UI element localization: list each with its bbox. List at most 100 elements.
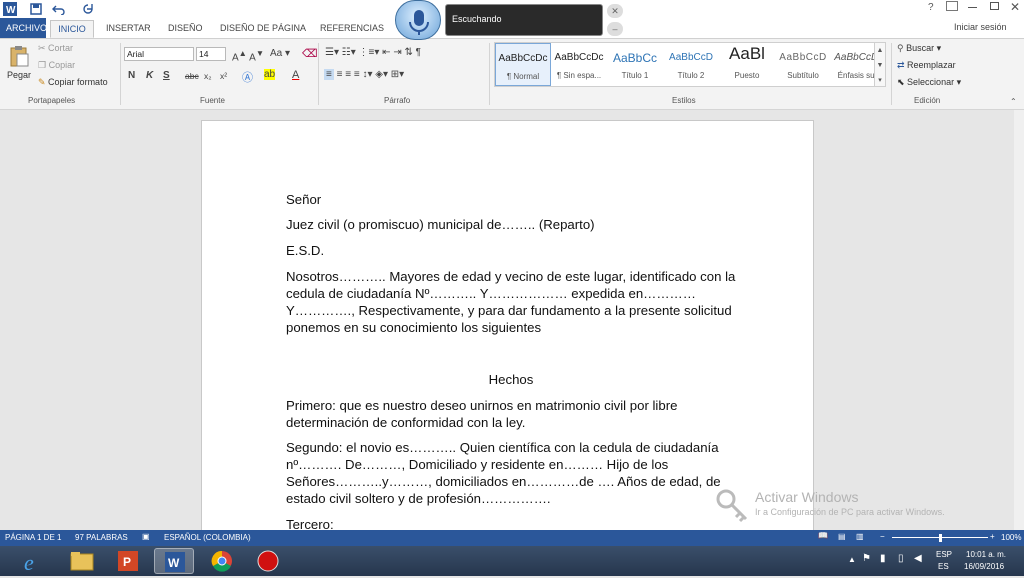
text-effects-icon[interactable]: Ⓐ [242, 69, 253, 85]
sign-in-link[interactable]: Iniciar sesión [954, 22, 1007, 32]
paste-icon[interactable] [9, 45, 29, 67]
styles-scroll[interactable]: ▲ ▼ ▾ [874, 42, 886, 87]
strikethrough-button[interactable]: abc [185, 71, 199, 81]
font-color-icon[interactable]: A [292, 69, 299, 81]
battery-icon[interactable]: ▯ [898, 553, 904, 564]
align-left-icon[interactable]: ≡ ≡ ≡ ≡ ↕▾ ◈▾ ⊞▾ [324, 69, 404, 80]
language-indicator[interactable]: ESPAÑOL (COLOMBIA) [164, 533, 251, 542]
paste-button[interactable]: Pegar [7, 70, 31, 80]
ribbon-options-icon[interactable] [946, 1, 958, 11]
save-icon[interactable] [30, 3, 42, 15]
style-subtitle[interactable]: AaBbCcD Subtítulo [775, 43, 831, 86]
minimize-icon[interactable] [968, 7, 977, 8]
bold-button[interactable]: N [128, 70, 135, 81]
style-normal[interactable]: AaBbCcDc ¶ Normal [495, 43, 551, 86]
bullets-icon[interactable]: ☰▾ ☷▾ ⋮≡▾ ⇤ ⇥ ⇅ ¶ [325, 47, 421, 58]
clock-date[interactable]: 16/09/2016 [964, 562, 1004, 571]
document-page[interactable]: Señor Juez civil (o promiscuo) municipal… [201, 120, 814, 540]
tab-diseno-pagina[interactable]: DISEÑO DE PÁGINA [214, 20, 312, 38]
powerpoint-icon[interactable]: P [108, 548, 148, 574]
style-preview: AaBbCcDc [498, 53, 548, 64]
paragraph[interactable]: Primero: que es nuestro deseo unirnos en… [286, 397, 736, 431]
zoom-in-icon[interactable]: + [990, 532, 995, 541]
vertical-scrollbar[interactable] [1014, 110, 1024, 530]
format-painter-label: Copiar formato [48, 77, 108, 87]
italic-button[interactable]: K [146, 70, 153, 81]
replace-button[interactable]: ⇄ Reemplazar [897, 60, 956, 71]
record-icon[interactable] [248, 548, 288, 574]
minimize-icon[interactable]: – [607, 22, 623, 36]
action-center-icon[interactable]: ⚑ [862, 553, 871, 564]
word-count[interactable]: 97 PALABRAS [75, 533, 128, 542]
read-mode-icon[interactable]: 📖 [818, 531, 828, 540]
word-taskbar-icon[interactable]: W [154, 548, 194, 574]
redo-icon[interactable] [82, 3, 94, 15]
zoom-slider-thumb[interactable] [939, 534, 942, 542]
network-icon[interactable]: ▮ [880, 553, 886, 564]
editing-group-label: Edición [914, 96, 941, 105]
page-count[interactable]: PÁGINA 1 DE 1 [5, 533, 61, 542]
paragraph[interactable]: Juez civil (o promiscuo) municipal de…….… [286, 216, 736, 233]
superscript-button[interactable]: x² [220, 71, 227, 81]
proofing-icon[interactable]: ▣ [142, 532, 150, 541]
binoculars-icon: ⚲ [897, 43, 907, 53]
input-language[interactable]: ESP [936, 550, 952, 559]
close-icon[interactable]: ✕ [1010, 0, 1020, 14]
find-button[interactable]: ⚲ Buscar ▾ [897, 43, 941, 54]
format-painter-button[interactable]: ✎ Copiar formato [38, 77, 108, 88]
font-group-label: Fuente [200, 96, 225, 105]
close-icon[interactable]: ✕ [607, 4, 623, 18]
style-name: Puesto [734, 71, 760, 80]
tab-insertar[interactable]: INSERTAR [100, 20, 157, 38]
web-layout-icon[interactable]: ▥ [856, 532, 864, 541]
microphone-button[interactable] [395, 0, 441, 40]
volume-icon[interactable]: ◀ [914, 553, 922, 564]
change-case-icon[interactable]: Aa ▾ [270, 48, 290, 59]
chrome-icon[interactable] [202, 548, 242, 574]
tab-inicio[interactable]: INICIO [50, 20, 94, 38]
cursor-icon: ⬉ [897, 77, 908, 87]
internet-explorer-icon[interactable]: e [14, 548, 54, 575]
style-preview: AaBbCcDc [554, 52, 604, 63]
undo-icon[interactable] [52, 3, 66, 15]
paragraph[interactable]: Nosotros……….. Mayores de edad y vecino d… [286, 268, 736, 336]
zoom-out-icon[interactable]: − [880, 532, 885, 541]
key-icon [716, 489, 748, 523]
keyboard-layout[interactable]: ES [938, 562, 949, 571]
highlight-color-icon[interactable]: ab [264, 69, 276, 80]
file-explorer-icon[interactable] [62, 548, 102, 574]
print-layout-icon[interactable]: ▤ [838, 532, 846, 541]
style-no-spacing[interactable]: AaBbCcDc ¶ Sin espa... [551, 43, 607, 86]
zoom-level[interactable]: 100% [1001, 533, 1021, 542]
clear-formatting-icon[interactable]: ⌫ [302, 47, 318, 60]
select-button[interactable]: ⬉ Seleccionar ▾ [897, 77, 961, 88]
clock-time[interactable]: 10:01 a. m. [966, 550, 1006, 559]
collapse-ribbon-icon[interactable]: ⌃ [1010, 97, 1017, 106]
paragraph[interactable]: E.S.D. [286, 242, 736, 259]
copy-icon: ❐ [38, 60, 49, 70]
help-icon[interactable]: ? [928, 2, 934, 13]
paragraph[interactable]: Segundo: el novio es……….. Quien científi… [286, 439, 736, 507]
style-name: Subtítulo [787, 71, 819, 80]
microphone-icon [409, 10, 429, 35]
subscript-button[interactable]: x₂ [204, 71, 212, 81]
section-heading[interactable]: Hechos [286, 371, 736, 388]
style-heading-2[interactable]: AaBbCcD Título 2 [663, 43, 719, 86]
divider [891, 43, 892, 105]
tab-referencias[interactable]: REFERENCIAS [314, 20, 390, 38]
tab-diseno[interactable]: DISEÑO [162, 20, 209, 38]
activation-watermark: Activar Windows Ir a Configuración de PC… [714, 487, 994, 527]
paragraph[interactable]: Señor [286, 191, 736, 208]
grow-font-icon[interactable]: A▲ A▼ [232, 48, 264, 63]
font-size-combobox[interactable]: 14 [196, 47, 226, 61]
underline-button[interactable]: S [163, 70, 170, 81]
cut-button[interactable]: ✂ Cortar [38, 43, 73, 54]
restore-icon[interactable] [990, 2, 999, 10]
styles-group-label: Estilos [672, 96, 696, 105]
style-heading-1[interactable]: AaBbCc Título 1 [607, 43, 663, 86]
show-hidden-icons[interactable]: ▲ [848, 555, 856, 564]
style-title[interactable]: AaBl Puesto [719, 43, 775, 86]
copy-button[interactable]: ❐ Copiar [38, 60, 75, 71]
tab-archivo[interactable]: ARCHIVO [0, 18, 47, 38]
font-name-combobox[interactable]: Arial [124, 47, 194, 61]
